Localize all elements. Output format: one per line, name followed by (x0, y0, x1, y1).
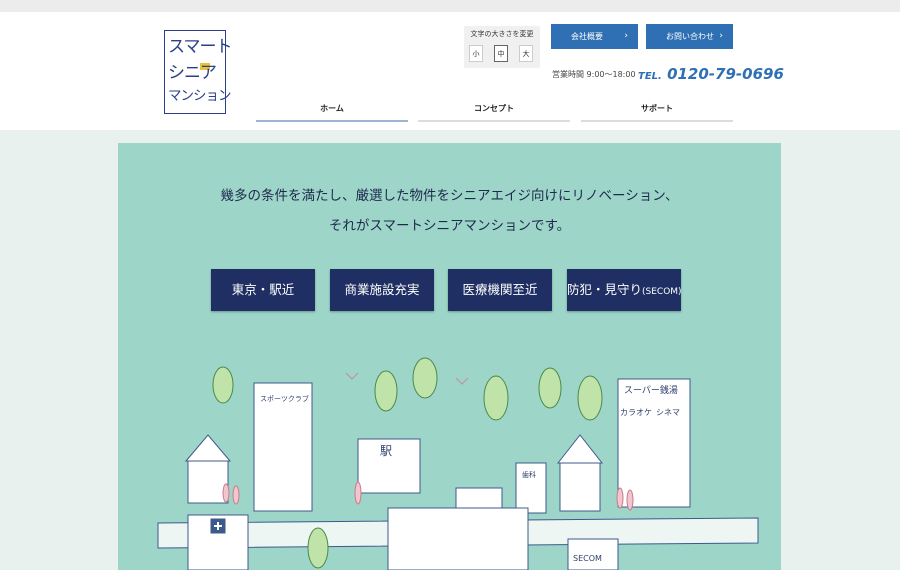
chevron-right-icon: › (624, 31, 628, 41)
tel-number: 0120-79-0696 (667, 65, 784, 83)
tree (412, 357, 438, 399)
feature-security-button[interactable]: 防犯・見守り(SECOM) (567, 269, 682, 311)
feature-station-button[interactable]: 東京・駅近 (211, 269, 315, 311)
nav-home[interactable]: ホーム (256, 96, 408, 122)
logo-line-3: マンション (168, 88, 231, 104)
bird-icon (455, 377, 469, 385)
logo-line-2: シニア (168, 63, 217, 83)
dental-label: 歯科 (522, 470, 536, 479)
apartment-building (387, 507, 529, 570)
house-roof (184, 434, 232, 462)
person-figure (354, 481, 362, 505)
hero-tagline-2: それがスマートシニアマンションです。 (328, 218, 571, 234)
person-figure (222, 483, 230, 503)
logo-line-1: スマート (168, 37, 232, 57)
company-button-label: 会社概要 (571, 32, 603, 41)
tel-prefix: TEL. (638, 71, 662, 82)
nav-support[interactable]: サポート (581, 96, 733, 122)
top-strip (0, 0, 900, 12)
font-size-switcher: 文字の大きさを変更 小 中 大 (464, 26, 540, 68)
site-logo[interactable]: スマート シニア マンション (164, 30, 232, 114)
site-header: スマート シニア マンション 文字の大きさを変更 小 中 大 会社概要 › お問… (0, 12, 900, 130)
font-size-large-button[interactable]: 大 (519, 45, 533, 62)
secom-label: SECOM (573, 554, 602, 563)
business-hours: 営業時間 9:00〜18:00 (552, 70, 636, 79)
tree (374, 370, 398, 412)
company-button[interactable]: 会社概要 › (551, 24, 638, 49)
town-illustration: スポーツクラブ 駅 スーパー銭湯 カラオケ シネマ 歯科 SECOM (157, 357, 759, 570)
tree (577, 375, 603, 421)
tree (307, 527, 329, 569)
hero-tagline-1: 幾多の条件を満たし、厳選した物件をシニアエイジ向けにリノベーション、 (220, 188, 679, 204)
supermarket-label: スーパー銭湯 (624, 384, 678, 396)
tree (483, 375, 509, 421)
feature-medical-button[interactable]: 医療機関至近 (448, 269, 552, 311)
person-figure (232, 485, 240, 505)
tree (538, 367, 562, 409)
hero-section: 幾多の条件を満たし、厳選した物件をシニアエイジ向けにリノベーション、 それがスマ… (118, 143, 781, 570)
sports-club-label: スポーツクラブ (260, 394, 309, 403)
contact-button[interactable]: お問い合わせ › (646, 24, 733, 49)
bird-icon (345, 372, 359, 380)
feature-commerce-button[interactable]: 商業施設充実 (330, 269, 434, 311)
house (559, 462, 601, 512)
house (187, 460, 229, 504)
karaoke-label: カラオケ (620, 408, 652, 417)
font-size-label: 文字の大きさを変更 (470, 30, 534, 38)
contact-button-label: お問い合わせ (666, 32, 714, 41)
nav-concept[interactable]: コンセプト (418, 96, 570, 122)
station-label: 駅 (380, 444, 392, 458)
person-figure (626, 489, 634, 511)
supermarket-building (617, 378, 691, 508)
person-figure (616, 487, 624, 509)
font-size-medium-button[interactable]: 中 (494, 45, 508, 62)
feature-security-sub: (SECOM) (642, 287, 682, 297)
cinema-label: シネマ (656, 408, 680, 417)
chevron-right-icon: › (719, 31, 723, 41)
feature-security-label: 防犯・見守り (567, 282, 643, 297)
tree (212, 366, 234, 404)
font-size-small-button[interactable]: 小 (469, 45, 483, 62)
phone-number[interactable]: TEL. 0120-79-0696 (638, 65, 784, 83)
house-roof (556, 434, 604, 464)
